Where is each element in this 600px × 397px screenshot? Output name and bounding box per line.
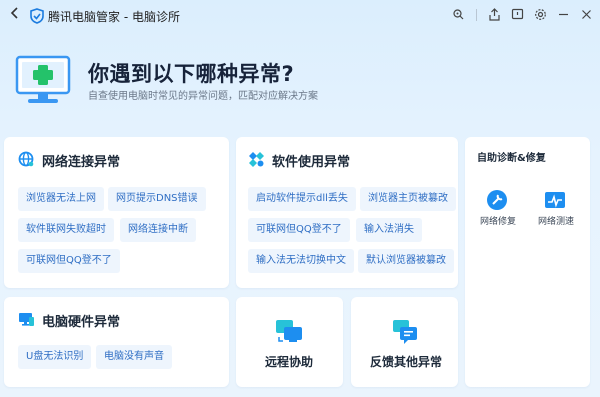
network-repair-tool[interactable]: 网络修复 (477, 187, 519, 227)
page-title: 你遇到以下哪种异常? (88, 62, 295, 86)
network-repair-label: 网络修复 (480, 217, 517, 227)
feedback-other-button[interactable]: 反馈其他异常 (351, 297, 458, 387)
computer-clinic-illustration-icon (14, 54, 76, 106)
tools-card-title: 自助诊断&修复 (477, 153, 546, 164)
network-card-title: 网络连接异常 (42, 155, 121, 170)
window-title: 腾讯电脑管家 - 电脑诊所 (48, 10, 180, 24)
feedback-icon[interactable] (451, 7, 466, 22)
issue-chip[interactable]: 启动软件提示dll丢失 (248, 187, 356, 211)
software-card-title: 软件使用异常 (272, 155, 351, 170)
title-bar: 腾讯电脑管家 - 电脑诊所 (0, 0, 600, 32)
software-issue-card: 软件使用异常 启动软件提示dll丢失 浏览器主页被篡改 可联网但QQ登不了 输入… (236, 137, 458, 288)
settings-gear-icon[interactable] (533, 7, 548, 22)
message-icon[interactable] (510, 7, 525, 22)
feedback-other-label: 反馈其他异常 (370, 355, 443, 369)
network-speed-tool[interactable]: 网络测速 (535, 187, 577, 227)
network-repair-icon (486, 189, 508, 215)
share-icon[interactable] (487, 7, 502, 22)
hardware-card-title: 电脑硬件异常 (42, 315, 121, 330)
tencent-pc-manager-logo-icon (30, 8, 44, 24)
remote-assistance-icon (275, 319, 303, 349)
network-speed-test-icon (544, 189, 566, 215)
issue-chip[interactable]: 软件联网失败超时 (18, 218, 114, 242)
issue-chip[interactable]: 电脑没有声音 (96, 345, 172, 369)
title-bar-controls (451, 7, 594, 22)
issue-chip[interactable]: 网络连接中断 (120, 218, 196, 242)
minimize-icon[interactable] (556, 7, 571, 22)
hardware-issue-card: 电脑硬件异常 U盘无法识别 电脑没有声音 (4, 297, 229, 387)
monitor-icon (18, 311, 36, 329)
page-subtitle: 自查使用电脑时常见的异常问题，匹配对应解决方案 (88, 91, 318, 102)
issue-chip[interactable]: 输入法无法切换中文 (248, 249, 354, 273)
close-icon[interactable] (579, 7, 594, 22)
issue-chip[interactable]: 可联网但QQ登不了 (248, 218, 350, 242)
issue-chip[interactable]: 输入法消失 (356, 218, 422, 242)
issue-chip[interactable]: 可联网但QQ登不了 (18, 249, 120, 273)
remote-assistance-label: 远程协助 (265, 355, 314, 369)
issue-chip[interactable]: U盘无法识别 (18, 345, 92, 369)
issue-chip[interactable]: 浏览器主页被篡改 (360, 187, 456, 211)
issue-chip[interactable]: 网页提示DNS错误 (108, 187, 206, 211)
globe-icon (18, 151, 36, 169)
chat-feedback-icon (392, 319, 418, 349)
self-diagnosis-card: 自助诊断&修复 网络修复 网络测速 (465, 137, 590, 387)
network-issue-card: 网络连接异常 浏览器无法上网 网页提示DNS错误 软件联网失败超时 网络连接中断… (4, 137, 229, 288)
divider (476, 8, 477, 21)
issue-chip[interactable]: 默认浏览器被篡改 (358, 249, 454, 273)
issue-chip[interactable]: 浏览器无法上网 (18, 187, 104, 211)
back-icon[interactable] (6, 6, 24, 24)
app-grid-icon (248, 151, 266, 169)
remote-assistance-button[interactable]: 远程协助 (236, 297, 343, 387)
network-speed-test-label: 网络测速 (538, 217, 575, 227)
